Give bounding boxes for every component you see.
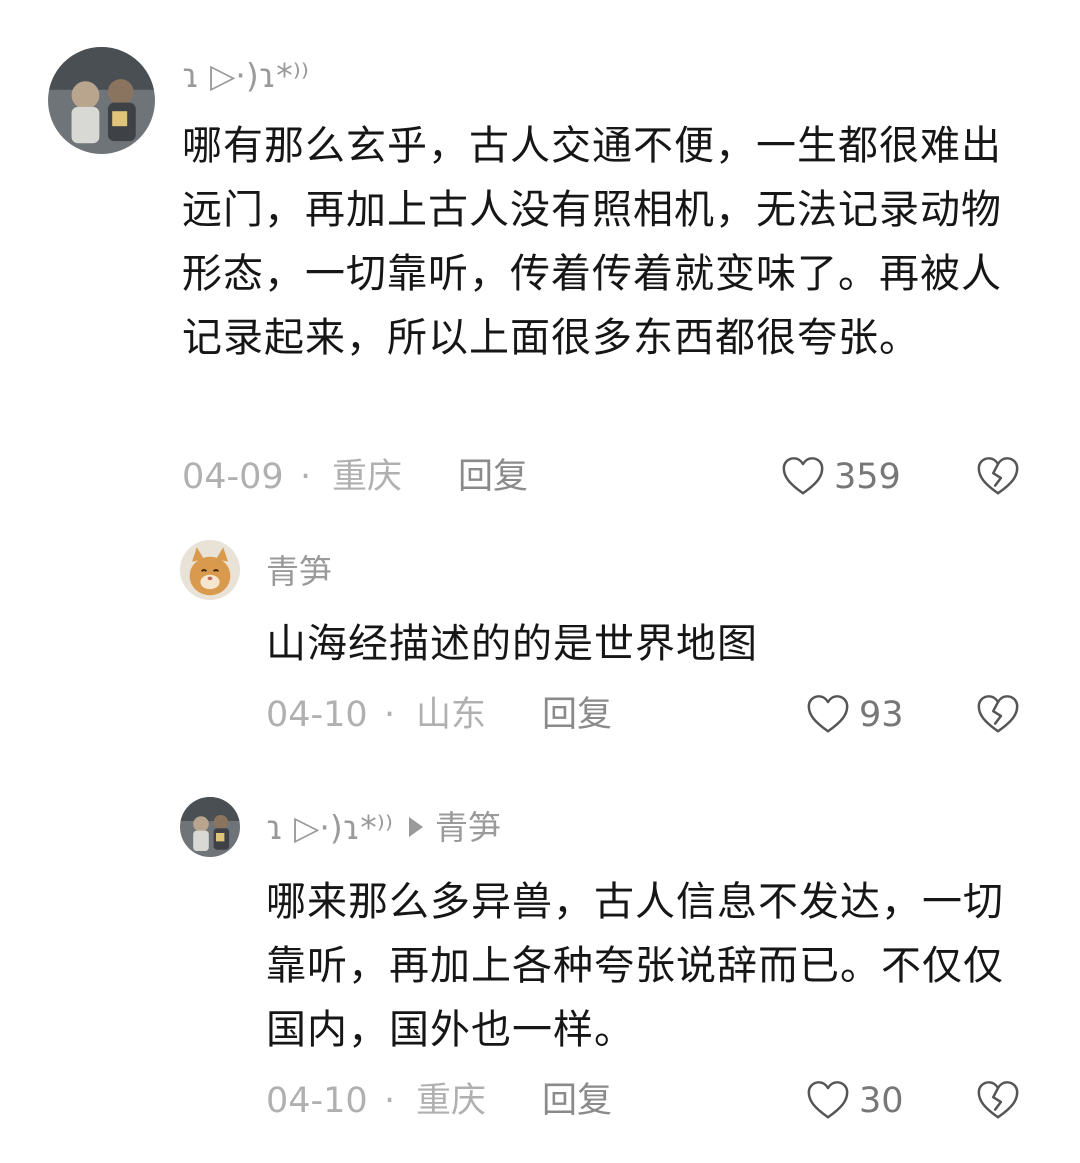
avatar[interactable] bbox=[180, 797, 240, 857]
reply-button[interactable]: 回复 bbox=[542, 1076, 612, 1126]
like-count: 359 bbox=[834, 457, 901, 497]
like-count: 93 bbox=[859, 695, 904, 735]
avatar[interactable] bbox=[180, 540, 240, 600]
avatar-image bbox=[180, 797, 240, 857]
broken-heart-icon bbox=[977, 1081, 1019, 1119]
avatar-image bbox=[180, 540, 240, 600]
dislike-button[interactable] bbox=[975, 1078, 1021, 1124]
comment-date: 04-10 bbox=[266, 1081, 368, 1121]
meta-separator: · bbox=[384, 1081, 396, 1121]
comment-date: 04-09 bbox=[182, 457, 284, 497]
comment-meta: 04-09 · 重庆 回复 359 bbox=[0, 452, 1080, 502]
reply-meta: 04-10 · 重庆 回复 30 bbox=[0, 1076, 1080, 1126]
reply-username[interactable]: ɿ ▷·)ɿ*⁾⁾ bbox=[266, 808, 393, 847]
reply-text: 山海经描述的的是世界地图 bbox=[266, 621, 758, 667]
like-button[interactable]: 359 bbox=[780, 452, 901, 502]
meta-separator: · bbox=[300, 457, 312, 497]
dislike-button[interactable] bbox=[975, 454, 1021, 500]
reply-text: 哪来那么多异兽，古人信息不发达，一切靠听，再加上各种夸张说辞而已。不仅仅国内，国… bbox=[266, 879, 1004, 1053]
comment-username[interactable]: ɿ ▷·)ɿ*⁾⁾ bbox=[182, 56, 309, 96]
reply-username-line: ɿ ▷·)ɿ*⁾⁾ 青笋 bbox=[266, 808, 501, 848]
heart-outline-icon bbox=[807, 695, 849, 733]
reply-meta: 04-10 · 山东 回复 93 bbox=[0, 690, 1080, 740]
triangle-right-icon bbox=[408, 816, 423, 837]
comment-date: 04-10 bbox=[266, 695, 368, 735]
broken-heart-icon bbox=[977, 695, 1019, 733]
avatar-image bbox=[48, 47, 155, 154]
reply-button[interactable]: 回复 bbox=[458, 452, 528, 502]
like-count: 30 bbox=[859, 1081, 904, 1121]
comment-text: 哪有那么玄乎，古人交通不便，一生都很难出远门，再加上古人没有照相机，无法记录动物… bbox=[182, 123, 1002, 361]
avatar[interactable] bbox=[48, 47, 155, 154]
comment-location: 重庆 bbox=[332, 457, 403, 497]
meta-separator: · bbox=[384, 695, 396, 735]
dislike-button[interactable] bbox=[975, 692, 1021, 738]
comment-location: 山东 bbox=[416, 695, 487, 735]
like-button[interactable]: 93 bbox=[805, 690, 904, 740]
like-button[interactable]: 30 bbox=[805, 1076, 904, 1126]
heart-outline-icon bbox=[807, 1081, 849, 1119]
reply-button[interactable]: 回复 bbox=[542, 690, 612, 740]
reply-username[interactable]: 青笋 bbox=[266, 552, 332, 592]
broken-heart-icon bbox=[977, 457, 1019, 495]
comment-location: 重庆 bbox=[416, 1081, 487, 1121]
reply-target-username[interactable]: 青笋 bbox=[435, 808, 501, 847]
heart-outline-icon bbox=[782, 457, 824, 495]
